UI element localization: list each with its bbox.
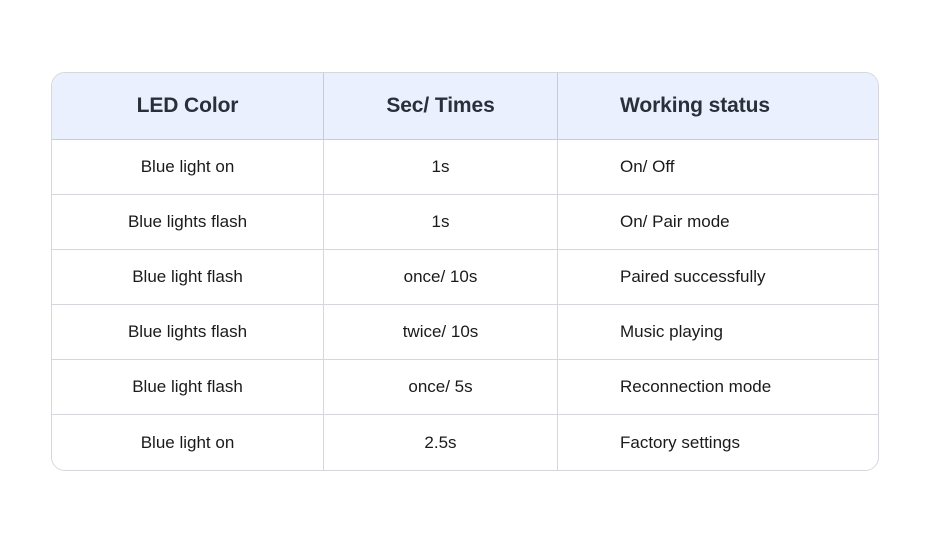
table-row: Blue light on 1s On/ Off <box>52 140 878 194</box>
column-header-working-status: Working status <box>557 73 878 140</box>
cell-led-color: Blue lights flash <box>52 304 323 359</box>
cell-working-status: Paired successfully <box>557 249 878 304</box>
cell-sec-times: 1s <box>323 140 557 194</box>
table-header: LED Color Sec/ Times Working status <box>52 73 878 140</box>
table-row: Blue lights flash twice/ 10s Music playi… <box>52 304 878 359</box>
cell-sec-times: once/ 5s <box>323 359 557 414</box>
cell-sec-times: 2.5s <box>323 414 557 470</box>
cell-working-status: Factory settings <box>557 414 878 470</box>
cell-working-status: On/ Off <box>557 140 878 194</box>
led-status-table: LED Color Sec/ Times Working status Blue… <box>51 72 879 471</box>
cell-led-color: Blue light on <box>52 140 323 194</box>
cell-working-status: On/ Pair mode <box>557 194 878 249</box>
column-header-led-color: LED Color <box>52 73 323 140</box>
cell-sec-times: twice/ 10s <box>323 304 557 359</box>
table-header-row: LED Color Sec/ Times Working status <box>52 73 878 140</box>
led-status-table-container: LED Color Sec/ Times Working status Blue… <box>51 72 879 471</box>
cell-sec-times: once/ 10s <box>323 249 557 304</box>
page-root: LED Color Sec/ Times Working status Blue… <box>0 0 930 536</box>
cell-sec-times: 1s <box>323 194 557 249</box>
cell-led-color: Blue light flash <box>52 359 323 414</box>
cell-led-color: Blue light on <box>52 414 323 470</box>
table-row: Blue light on 2.5s Factory settings <box>52 414 878 470</box>
table-body: Blue light on 1s On/ Off Blue lights fla… <box>52 140 878 470</box>
cell-working-status: Music playing <box>557 304 878 359</box>
cell-led-color: Blue lights flash <box>52 194 323 249</box>
cell-led-color: Blue light flash <box>52 249 323 304</box>
table-row: Blue light flash once/ 10s Paired succes… <box>52 249 878 304</box>
column-header-sec-times: Sec/ Times <box>323 73 557 140</box>
table-row: Blue light flash once/ 5s Reconnection m… <box>52 359 878 414</box>
cell-working-status: Reconnection mode <box>557 359 878 414</box>
table-row: Blue lights flash 1s On/ Pair mode <box>52 194 878 249</box>
